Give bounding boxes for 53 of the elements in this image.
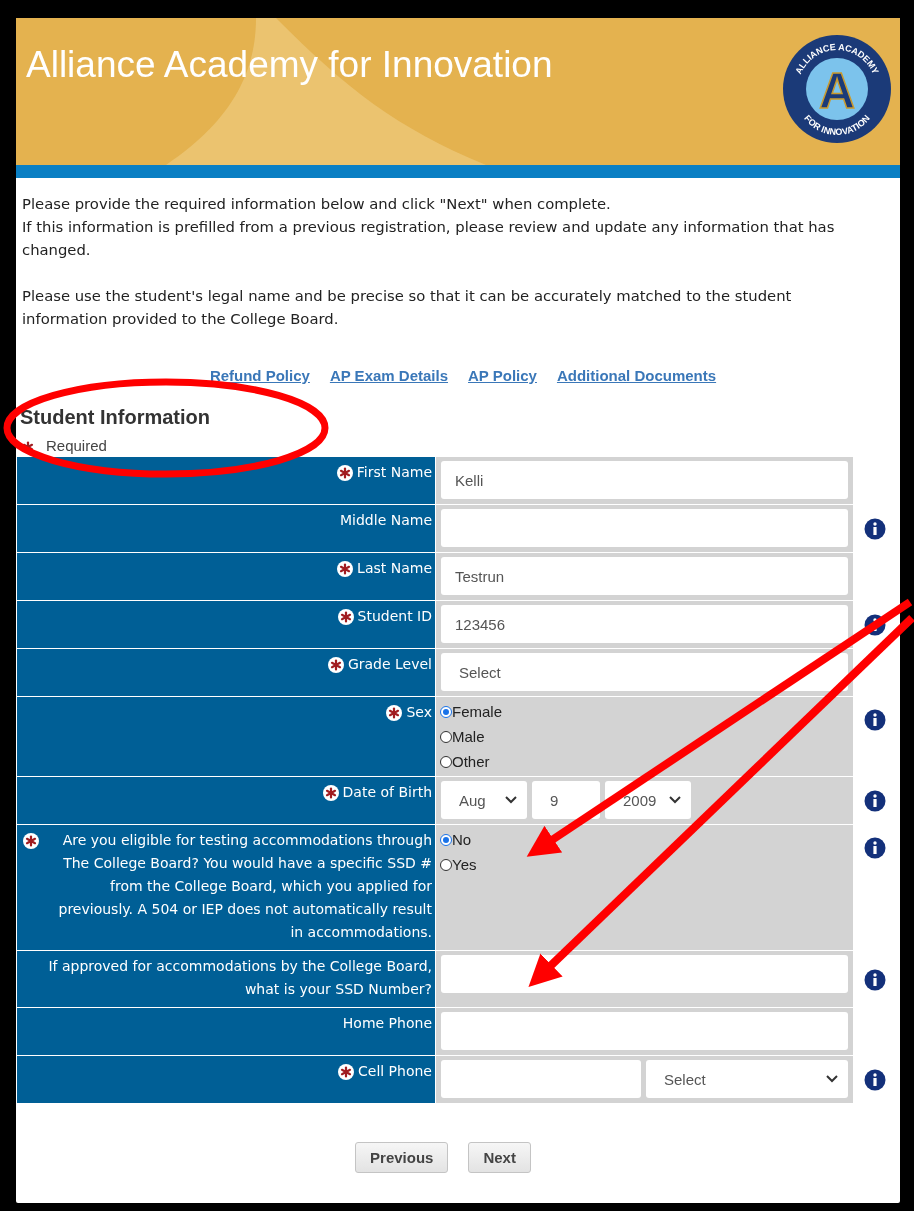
radio-button[interactable] bbox=[440, 705, 452, 718]
field-label: Last Name bbox=[17, 553, 436, 601]
field-label: Grade Level bbox=[17, 649, 436, 697]
info-icon[interactable] bbox=[864, 518, 886, 540]
radio-button[interactable] bbox=[440, 858, 452, 871]
info-icon[interactable] bbox=[864, 709, 886, 731]
policy-link[interactable]: Additional Documents bbox=[556, 367, 717, 384]
dropdown[interactable]: Select bbox=[441, 653, 848, 691]
text-field[interactable] bbox=[441, 1012, 848, 1050]
field-label: Date of Birth bbox=[17, 777, 436, 825]
field-label: Cell Phone bbox=[17, 1056, 436, 1104]
field-label: Are you eligible for testing accommodations through The College Board? You would have a specific SSD # from the College Board, which you applied for previously. A 504 or IEP does not automatically result in accommodations. bbox=[17, 825, 436, 951]
text-field[interactable] bbox=[441, 1060, 641, 1098]
info-icon[interactable] bbox=[864, 968, 886, 991]
previous-button[interactable]: Previous bbox=[355, 1142, 449, 1173]
radio-option[interactable]: Female bbox=[440, 699, 849, 724]
dropdown[interactable]: Aug bbox=[441, 781, 527, 819]
site-title: Alliance Academy for Innovation bbox=[26, 44, 553, 86]
field-label: Sex bbox=[17, 697, 436, 777]
dropdown[interactable]: Select bbox=[646, 1060, 848, 1098]
radio-button[interactable] bbox=[440, 730, 452, 743]
radio-button[interactable] bbox=[440, 833, 452, 846]
field-label: Home Phone bbox=[17, 1008, 436, 1056]
field-label: Middle Name bbox=[17, 505, 436, 553]
policy-link[interactable]: AP Exam Details bbox=[329, 367, 448, 384]
info-icon[interactable] bbox=[864, 837, 886, 859]
radio-option[interactable]: Yes bbox=[440, 852, 849, 877]
field-label: First Name bbox=[17, 457, 436, 505]
field-label: If approved for accommodations by the College Board, what is your SSD Number? bbox=[17, 951, 436, 1008]
field-label: Student ID bbox=[17, 601, 436, 649]
policy-link[interactable]: AP Policy bbox=[468, 367, 537, 384]
required-note: Required bbox=[46, 436, 107, 454]
chevron-icon bbox=[826, 1075, 838, 1083]
policy-link[interactable]: Refund Policy bbox=[209, 367, 310, 384]
text-field[interactable]: Kelli bbox=[441, 461, 848, 499]
text-field[interactable]: 123456 bbox=[441, 605, 848, 643]
radio-button[interactable] bbox=[440, 755, 452, 768]
text-field[interactable] bbox=[441, 509, 848, 547]
next-button[interactable]: Next bbox=[468, 1142, 531, 1173]
intro-text: Please provide the required information below and click "Next" when complete. If this information is prefilled from a previous registration, please review and update any information that has changed. bbox=[22, 194, 836, 260]
text-field[interactable]: Testrun bbox=[441, 557, 848, 595]
radio-option[interactable]: Male bbox=[440, 724, 849, 749]
dropdown[interactable]: 9 bbox=[532, 781, 600, 819]
section-title: Student Information bbox=[20, 406, 211, 429]
info-icon[interactable] bbox=[864, 790, 886, 812]
radio-option[interactable]: Other bbox=[440, 749, 849, 774]
text-field[interactable] bbox=[441, 955, 848, 993]
intro-text: Please use the student's legal name and be precise so that it can be accurately matched to the student information provided to the College Board. bbox=[22, 286, 793, 329]
info-icon[interactable] bbox=[864, 1069, 886, 1091]
chevron-icon bbox=[505, 796, 517, 804]
chevron-icon bbox=[669, 796, 681, 804]
info-icon[interactable] bbox=[864, 614, 886, 636]
radio-option[interactable]: No bbox=[440, 827, 849, 852]
